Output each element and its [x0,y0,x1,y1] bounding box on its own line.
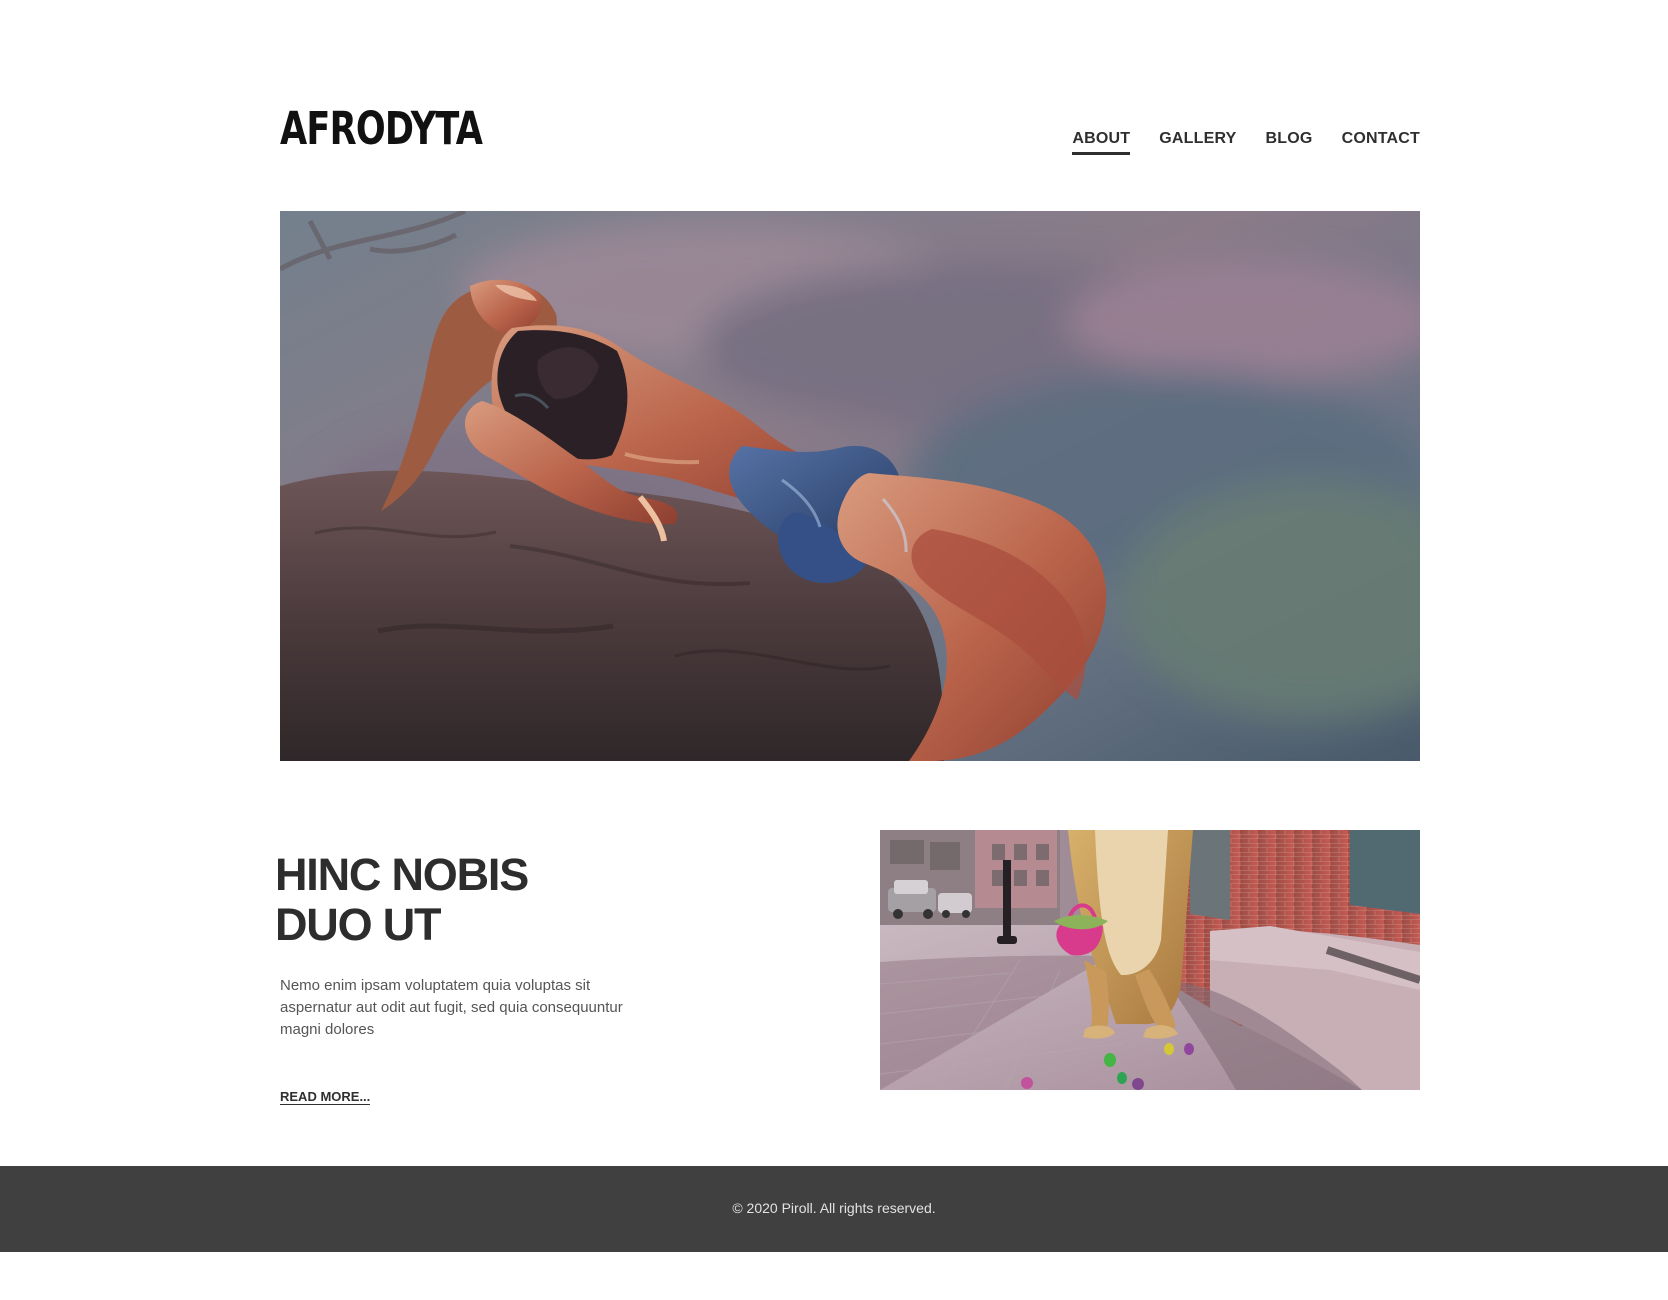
page: AFRODYTA ABOUT GALLERY BLOG CONTACT HINC… [0,0,1668,1300]
site-footer: © 2020 Piroll. All rights reserved. [0,1166,1668,1252]
featured-article: HINC NOBIS DUO UT Nemo enim ipsam volupt… [275,850,745,1106]
bunny-costume-photo [880,830,1420,1090]
nav-item-blog[interactable]: BLOG [1266,131,1313,147]
nav-item-about[interactable]: ABOUT [1072,131,1131,155]
copyright-text: © 2020 Piroll. All rights reserved. [732,1200,936,1216]
main-navigation: ABOUT GALLERY BLOG CONTACT [1072,131,1420,155]
read-more-link[interactable]: READ MORE... [280,1089,371,1105]
nav-item-contact[interactable]: CONTACT [1342,131,1420,147]
article-image[interactable] [880,830,1420,1090]
site-header: AFRODYTA ABOUT GALLERY BLOG CONTACT [280,98,1420,168]
woman-on-rock-photo [280,211,1420,761]
site-logo[interactable]: AFRODYTA [280,106,483,151]
article-title-line-2: DUO UT [275,899,441,950]
article-excerpt: Nemo enim ipsam voluptatem quia voluptas… [280,977,623,1038]
article-title: HINC NOBIS DUO UT [275,850,745,950]
nav-item-gallery[interactable]: GALLERY [1159,131,1236,147]
hero-image [280,211,1420,761]
article-title-line-1: HINC NOBIS [275,849,529,900]
